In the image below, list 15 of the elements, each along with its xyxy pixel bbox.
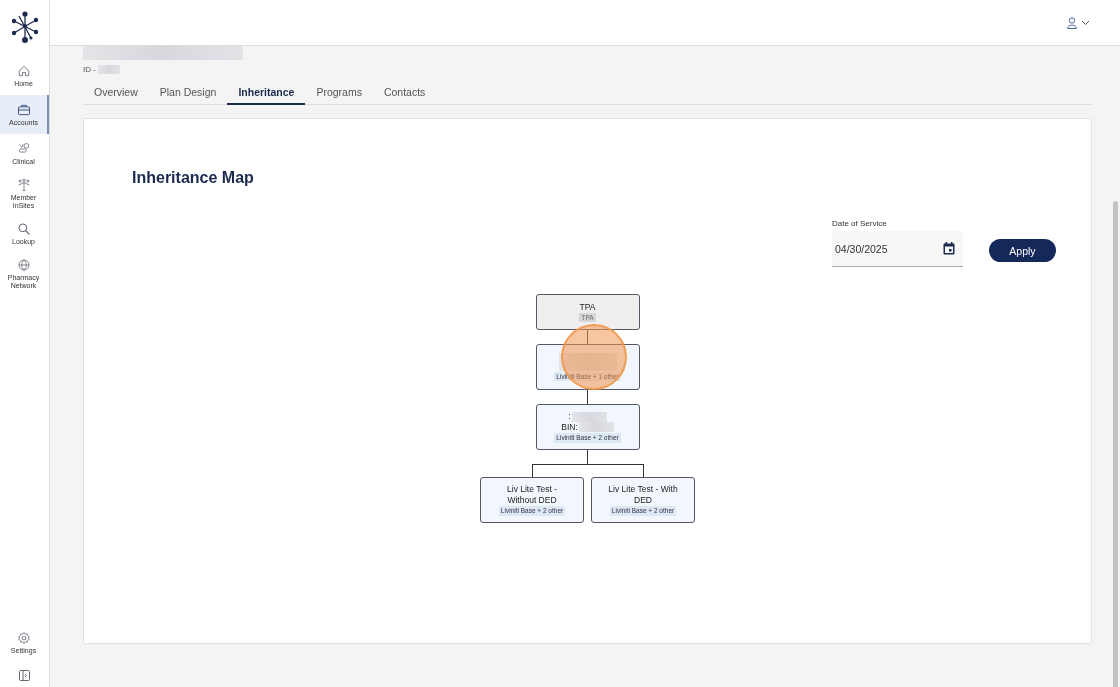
node-label: TPA (579, 301, 596, 312)
apply-button[interactable]: Apply (989, 239, 1056, 262)
tab[interactable]: Contacts (372, 78, 437, 105)
date-field[interactable]: 04/30/2025 (832, 231, 963, 267)
node-label: : (568, 411, 571, 422)
node-label: BIN: (561, 421, 578, 432)
field-label: Date of Service (832, 219, 888, 228)
section-title: Inheritance Map (132, 169, 254, 187)
id-label: ID - (83, 65, 96, 74)
tab[interactable]: Plan Design (148, 78, 228, 105)
node-label: Liv Lite Test - Without DED (506, 484, 558, 505)
tab[interactable]: Overview (83, 78, 149, 105)
tab[interactable]: Programs (305, 78, 373, 105)
tab[interactable]: Inheritance (227, 78, 306, 105)
node-label: Liv Lite Test - With DED (607, 484, 679, 505)
